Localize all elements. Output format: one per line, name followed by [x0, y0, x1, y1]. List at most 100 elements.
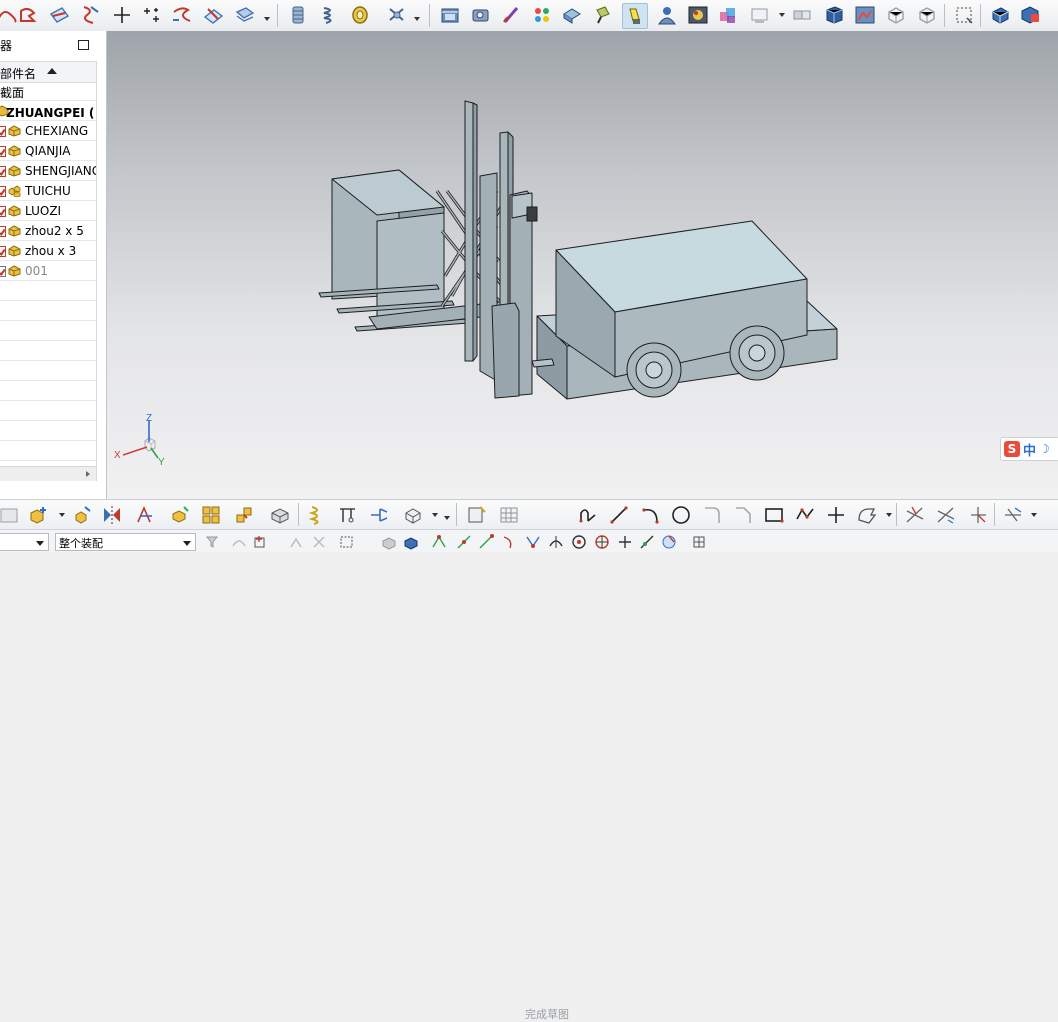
grid-icon[interactable] [497, 503, 521, 527]
snap-intersection-icon[interactable] [500, 533, 518, 551]
visibility-checkbox[interactable] [0, 186, 6, 197]
tree-row-component[interactable]: TUICHU [0, 181, 96, 201]
snap-quadrant-icon[interactable] [547, 533, 565, 551]
dropdown-arrow-icon[interactable] [432, 513, 438, 517]
assembly-scope-select[interactable]: 整个装配 [55, 533, 196, 551]
select-feature-icon[interactable] [310, 533, 328, 551]
image-icon[interactable] [0, 503, 21, 527]
environment-icon[interactable] [686, 3, 710, 27]
tree-row-component[interactable]: SHENGJIANG [0, 161, 96, 181]
surface-icon[interactable] [201, 3, 225, 27]
snap-endpoint-icon[interactable] [430, 533, 448, 551]
tree-row-root-assembly[interactable]: ZHUANGPEI ( 顺 [0, 101, 96, 121]
mirror-icon[interactable] [100, 503, 124, 527]
profile-icon[interactable] [576, 503, 600, 527]
person-icon[interactable] [655, 3, 679, 27]
sort-ascending-icon[interactable] [47, 68, 57, 74]
snap-settings-icon[interactable] [690, 533, 708, 551]
snap-face-icon[interactable] [660, 533, 678, 551]
tree-row-component[interactable]: 001 [0, 261, 96, 281]
lamp-icon[interactable] [591, 3, 615, 27]
spring-icon[interactable] [318, 3, 342, 27]
filter-icon[interactable] [203, 533, 221, 551]
circle-icon[interactable] [669, 503, 693, 527]
point-icon[interactable] [824, 503, 848, 527]
visibility-checkbox[interactable] [0, 266, 6, 277]
dropdown-arrow-icon[interactable] [1031, 513, 1037, 517]
visibility-checkbox[interactable] [0, 126, 6, 137]
snap-tangent-icon[interactable] [593, 533, 611, 551]
forklift-model[interactable] [107, 31, 1058, 499]
tree-row-component[interactable]: zhou x 3 [0, 241, 96, 261]
new-component-icon[interactable] [70, 503, 94, 527]
rectangle-icon[interactable] [762, 503, 786, 527]
constraint-icon[interactable] [133, 503, 157, 527]
dropdown-arrow-icon[interactable] [59, 513, 65, 517]
polygon-icon[interactable] [793, 503, 817, 527]
frame-icon[interactable] [952, 3, 976, 27]
point-set-icon[interactable] [140, 3, 164, 27]
visibility-checkbox[interactable] [0, 166, 6, 177]
movie-icon[interactable] [438, 3, 462, 27]
ime-toolbar[interactable]: S 中 ☽ [1000, 437, 1058, 461]
visibility-checkbox[interactable] [0, 246, 6, 257]
tree-row-component[interactable]: LUOZI [0, 201, 96, 221]
corner-icon[interactable] [966, 503, 990, 527]
snap-point-icon[interactable] [616, 533, 634, 551]
snapshot-icon[interactable] [915, 3, 939, 27]
visibility-checkbox[interactable] [0, 206, 6, 217]
dropdown-arrow-icon[interactable] [414, 17, 420, 21]
select-face-icon[interactable] [252, 533, 270, 551]
brush-icon[interactable] [500, 3, 524, 27]
dropdown-arrow-icon[interactable] [444, 516, 450, 520]
bolt-icon[interactable] [286, 3, 310, 27]
reposition-icon[interactable] [232, 503, 256, 527]
image-icon[interactable] [853, 3, 877, 27]
selection-filter-select[interactable] [0, 533, 49, 551]
sketch-icon[interactable] [465, 503, 489, 527]
visibility-checkbox[interactable] [0, 146, 6, 157]
snap-on-curve-icon[interactable] [638, 533, 656, 551]
fillet-icon[interactable] [700, 503, 724, 527]
tree-row-section[interactable]: 截面 [0, 81, 96, 101]
chamfer-icon[interactable] [731, 503, 755, 527]
tree-row-component[interactable]: QIANJIA [0, 141, 96, 161]
select-vertex-icon[interactable] [287, 533, 305, 551]
palette-icon[interactable] [530, 3, 554, 27]
highlight-icon[interactable] [622, 3, 648, 29]
maximize-icon[interactable] [78, 40, 89, 50]
tree-row-component[interactable]: CHEXIANG [0, 121, 96, 141]
ime-mode-label[interactable]: 中 [1023, 440, 1036, 459]
wave-icon[interactable] [336, 503, 360, 527]
spline-icon[interactable] [170, 3, 194, 27]
sweep-icon[interactable] [233, 3, 257, 27]
tree-row-component[interactable]: zhou2 x 5 [0, 221, 96, 241]
finish-sketch-button[interactable]: 完成草图 [525, 1006, 569, 1022]
horizontal-scrollbar[interactable] [0, 466, 96, 481]
extend-icon[interactable] [934, 503, 958, 527]
mirror-curve-icon[interactable] [1001, 503, 1025, 527]
visibility-checkbox[interactable] [0, 226, 6, 237]
view-component-icon[interactable] [402, 533, 420, 551]
offset-icon[interactable] [855, 503, 879, 527]
offset-icon[interactable] [78, 3, 102, 27]
point-icon[interactable] [110, 3, 134, 27]
dropdown-arrow-icon[interactable] [886, 513, 892, 517]
assembly-tool-icon[interactable] [367, 503, 391, 527]
move-icon[interactable] [401, 503, 425, 527]
sketch-box-icon[interactable] [268, 503, 292, 527]
select-curve-icon[interactable] [230, 533, 248, 551]
edit-face-icon[interactable] [47, 3, 71, 27]
column-header[interactable]: 部件名 [0, 61, 96, 83]
dropdown-arrow-icon[interactable] [779, 13, 785, 17]
curve-icon[interactable] [16, 3, 40, 27]
trim-icon[interactable] [903, 503, 927, 527]
pattern-icon[interactable] [199, 503, 223, 527]
snap-arc-center-icon[interactable] [524, 533, 542, 551]
explode-icon[interactable] [168, 503, 192, 527]
gear-icon[interactable] [348, 3, 372, 27]
dropdown-arrow-icon[interactable] [264, 17, 270, 21]
tools-icon[interactable] [884, 3, 908, 27]
graphics-viewport[interactable]: Z X Y [107, 31, 1058, 499]
line-icon[interactable] [607, 503, 631, 527]
